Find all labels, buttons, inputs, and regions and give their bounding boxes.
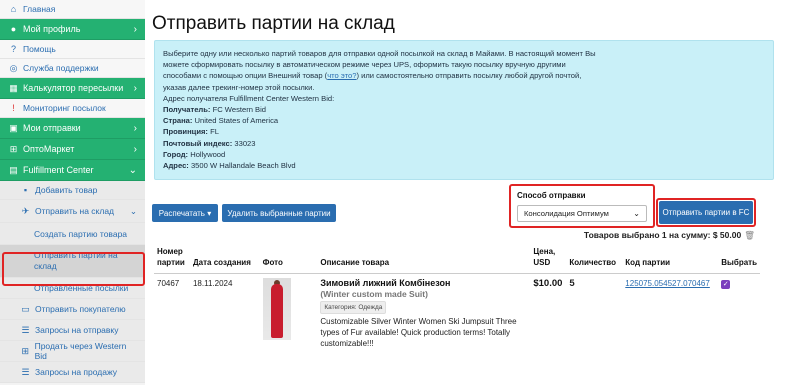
product-title: Зимовий лижний Комбінезон — [320, 278, 451, 288]
chevron-down-icon: ⌄ — [633, 209, 640, 218]
cell-code: 125075.054527.070467 — [622, 274, 718, 354]
col-batch-no: Номер партии — [154, 244, 190, 274]
alert-icon: ! — [12, 103, 15, 113]
warehouse-icon: ▤ — [9, 164, 18, 175]
list-icon: ☰ — [21, 324, 30, 335]
sidebar-item-shipping-requests[interactable]: ☰ Запросы на отправку — [0, 320, 145, 341]
recipient-row: Получатель: FC Western Bid — [163, 105, 267, 115]
chevron-right-icon: › — [133, 143, 137, 155]
caret-down-icon: ▾ — [207, 208, 212, 218]
chevron-right-icon: › — [133, 23, 137, 35]
table-row: 70467 18.11.2024 Зимовий лижний Комбінез… — [154, 274, 760, 354]
cart-icon: ⊞ — [9, 143, 18, 154]
product-photo[interactable] — [262, 278, 291, 340]
sidebar-item-calculator[interactable]: ▦ Калькулятор пересылки › — [0, 78, 145, 99]
sidebar-item-home[interactable]: ⌂ Главная — [0, 0, 145, 19]
sidebar-item-profile[interactable]: ● Мой профиль › — [0, 19, 145, 40]
country-row: Страна: United States of America — [163, 116, 279, 126]
product-description: Customizable Silver Winter Women Ski Jum… — [320, 317, 517, 348]
col-code: Код партии — [622, 244, 719, 274]
support-icon: ◎ — [9, 62, 18, 73]
chevron-down-icon: ⌄ — [128, 164, 137, 176]
cell-created: 18.11.2024 — [192, 279, 233, 288]
sidebar-item-send-to-buyer[interactable]: ▭ Отправить покупателю — [0, 299, 145, 320]
sidebar-item-sell-via-wb[interactable]: ⊞ Продать через Western Bid — [0, 341, 145, 362]
select-checkbox[interactable]: ✓ — [721, 280, 731, 289]
city-row: Город: Hollywood — [163, 149, 226, 159]
cell-photo — [260, 274, 318, 354]
address-row: Адрес: 3500 W Hallandale Beach Blvd — [163, 161, 296, 171]
help-icon: ? — [10, 44, 16, 54]
sidebar-item-sale-requests[interactable]: ☰ Запросы на продажу — [0, 362, 145, 383]
box-icon: ▣ — [9, 122, 18, 133]
sidebar-item-help[interactable]: ? Помощь — [0, 40, 145, 59]
province-row: Провинция: FL — [163, 127, 219, 137]
trash-icon[interactable]: 🗑 — [744, 230, 755, 240]
cell-qty: 5 — [569, 278, 575, 289]
page-title: Отправить партии на склад — [152, 13, 395, 34]
plane-icon: ✈ — [21, 205, 30, 216]
batches-table: Номер партии Дата создания Фото Описание… — [154, 244, 760, 353]
sidebar-item-monitoring[interactable]: ! Мониторинг посылок — [0, 99, 145, 118]
cell-batch-no: 70467 — [157, 279, 180, 288]
user-icon: ● — [10, 24, 17, 34]
sidebar-item-shipments[interactable]: ▣ Мои отправки › — [0, 118, 145, 139]
address-intro: Адрес получателя Fulfillment Center West… — [163, 93, 335, 103]
col-select: Выбрать — [718, 244, 760, 274]
selected-total: Товаров выбрано 1 на сумму: $ 50.00 🗑 — [583, 230, 755, 240]
cell-price: $10.00 — [533, 278, 563, 289]
sidebar-item-send-to-warehouse[interactable]: ✈ Отправить на склад ⌄ — [0, 200, 145, 223]
delete-batches-button[interactable]: Удалить выбранные партии — [222, 204, 336, 222]
product-subtitle: (Winter custom made Suit) — [320, 289, 428, 299]
info-panel: Выберите одну или несколько партий товар… — [154, 40, 774, 180]
send-batches-button[interactable]: Отправить партии в FC — [659, 201, 753, 224]
what-is-this-link[interactable]: что это? — [327, 71, 356, 80]
package-icon: ▪ — [23, 185, 28, 195]
col-desc: Описание товара — [317, 244, 531, 274]
cell-desc: Зимовий лижний Комбінезон (Winter custom… — [317, 274, 530, 354]
shipping-method-label: Способ отправки — [517, 191, 586, 200]
main-content: Отправить партии на склад Выберите одну … — [152, 0, 797, 385]
calculator-icon: ▦ — [9, 82, 18, 93]
col-qty: Количество — [566, 244, 623, 274]
sidebar-item-create-batch[interactable]: Создать партию товара — [0, 223, 145, 245]
col-photo: Фото — [259, 244, 318, 274]
list-icon: ☰ — [21, 366, 30, 377]
sidebar-item-optomarket[interactable]: ⊞ ОптоМаркет › — [0, 139, 145, 160]
print-button[interactable]: Распечатать ▾ — [152, 204, 218, 222]
category-badge: Категория: Одежда — [320, 301, 387, 314]
truck-icon: ▭ — [21, 303, 30, 314]
shipping-method-select[interactable]: Консолидация Оптимум ⌄ — [517, 205, 647, 222]
chevron-down-icon: ⌄ — [129, 205, 137, 216]
sidebar: ⌂ Главная ● Мой профиль › ? Помощь ◎ Служба п… — [0, 0, 145, 385]
info-text: Выберите одну или несколько партий товар… — [163, 49, 596, 92]
chevron-right-icon: › — [133, 122, 137, 134]
sidebar-highlight-box — [2, 252, 145, 286]
cell-select: ✓ — [718, 274, 760, 354]
chevron-right-icon: › — [133, 82, 137, 94]
zip-row: Почтовый индекс: 33023 — [163, 138, 256, 148]
sidebar-item-support[interactable]: ◎ Служба поддержки — [0, 59, 145, 78]
home-icon: ⌂ — [10, 4, 17, 14]
sidebar-item-add-product[interactable]: ▪ Добавить товар — [0, 181, 145, 200]
batch-code-link[interactable]: 125075.054527.070467 — [625, 279, 710, 288]
table-header-row: Номер партии Дата создания Фото Описание… — [154, 244, 760, 274]
col-created: Дата создания — [189, 244, 260, 274]
cart-icon: ⊞ — [21, 345, 30, 356]
col-price: Цена, USD — [530, 244, 567, 274]
sidebar-item-fulfillment[interactable]: ▤ Fulfillment Center ⌄ — [0, 160, 145, 181]
shipping-method-group: Способ отправки Консолидация Оптимум ⌄ — [509, 184, 655, 228]
